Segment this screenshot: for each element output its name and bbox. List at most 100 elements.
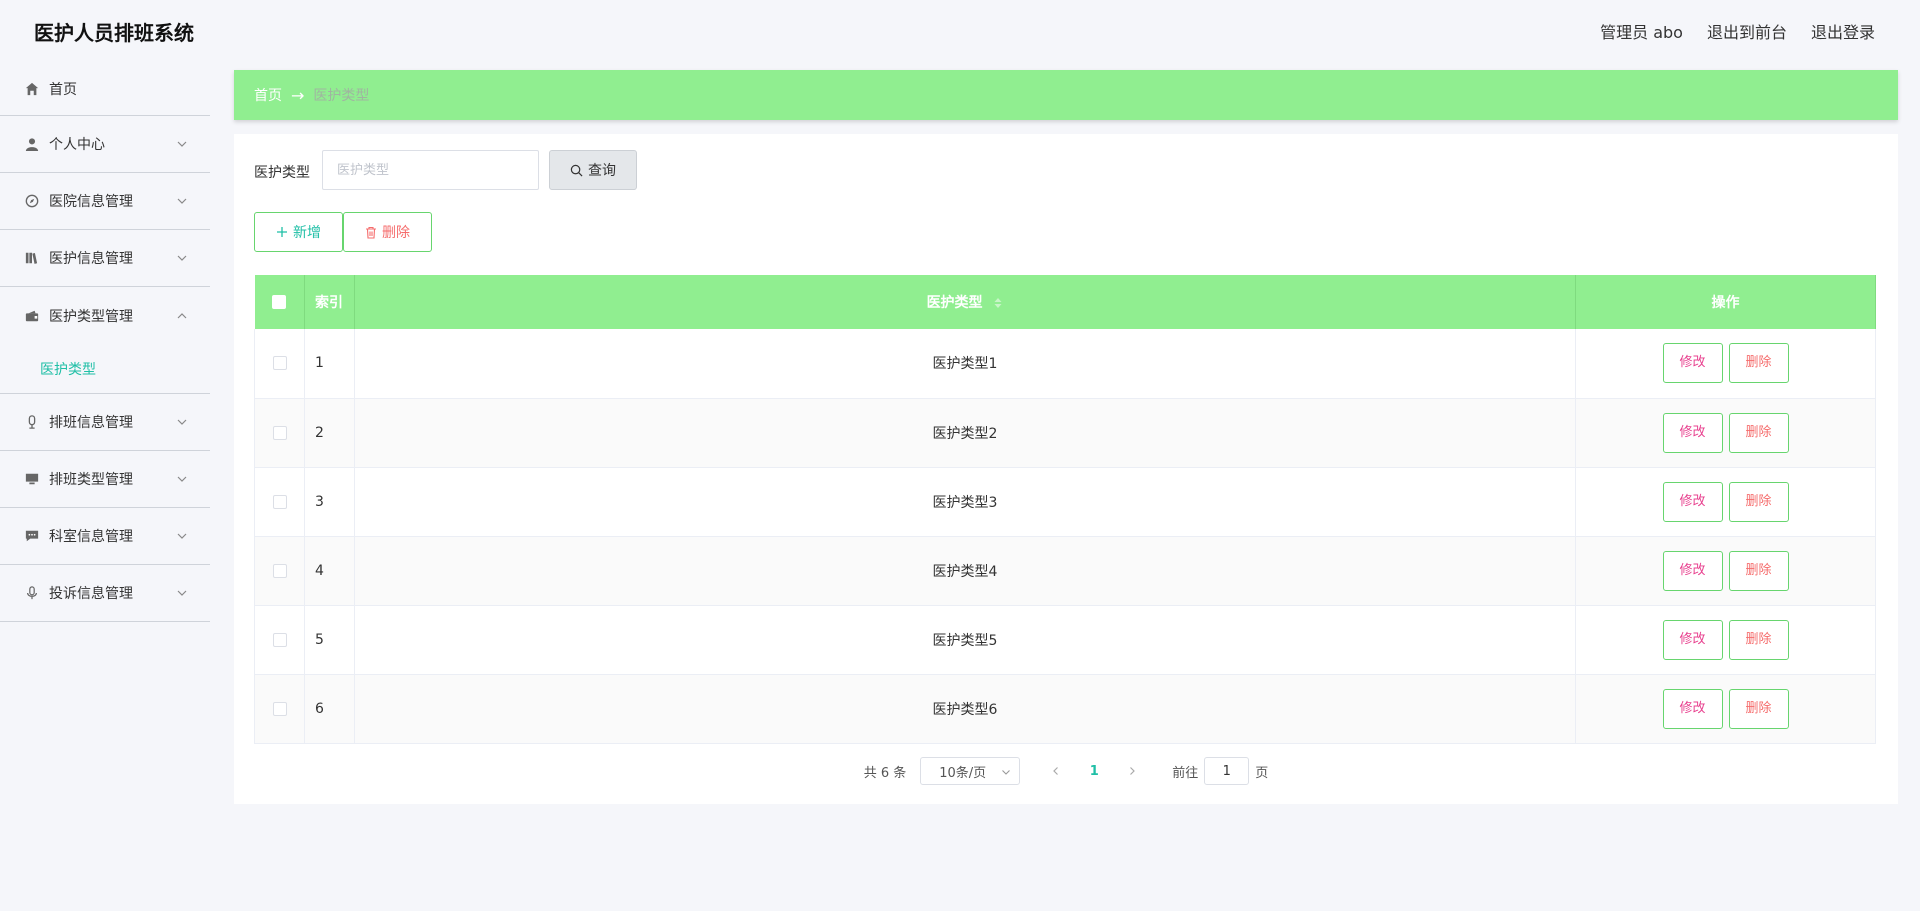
edit-button[interactable]: 修改 (1662, 688, 1723, 729)
main-panel: 医护类型 查询 新增 删除 索引 医护类型 操作 1医护类型1修改删除2医护类型… (234, 134, 1898, 804)
row-delete-button[interactable]: 删除 (1728, 688, 1789, 729)
edit-button[interactable]: 修改 (1662, 550, 1723, 591)
row-delete-button[interactable]: 删除 (1728, 343, 1789, 384)
chevron-down-icon (177, 590, 187, 596)
row-checkbox[interactable] (272, 494, 287, 509)
sidebar-item-home[interactable]: 首页 (0, 62, 210, 116)
chevron-left-icon (1053, 767, 1059, 775)
header-type[interactable]: 医护类型 (354, 275, 1576, 329)
edit-button[interactable]: 修改 (1662, 343, 1723, 384)
top-bar: 医护人员排班系统 管理员 abo 退出到前台 退出登录 (0, 0, 1920, 62)
sidebar-item-schedule-type[interactable]: 排班类型管理 (0, 451, 210, 508)
chevron-up-icon (177, 312, 187, 318)
app-title: 医护人员排班系统 (34, 21, 194, 45)
sidebar-item-label: 科室信息管理 (49, 529, 133, 545)
goto-suffix: 页 (1255, 765, 1269, 781)
sidebar-item-label: 投诉信息管理 (49, 586, 133, 602)
sidebar-item-label: 排班信息管理 (49, 415, 133, 431)
compass-icon (24, 193, 40, 209)
goto-page-input[interactable] (1204, 757, 1250, 785)
row-checkbox[interactable] (272, 563, 287, 578)
edit-button[interactable]: 修改 (1662, 481, 1723, 522)
header-checkbox-cell (254, 275, 305, 329)
prev-page-button[interactable] (1038, 757, 1074, 785)
row-checkbox-cell (254, 605, 305, 675)
chevron-down-icon (177, 419, 187, 425)
monitor-icon (24, 471, 40, 487)
sidebar-item-label: 医院信息管理 (49, 194, 133, 210)
logout-link[interactable]: 退出登录 (1811, 19, 1875, 43)
home-icon (24, 81, 40, 97)
row-checkbox-cell (254, 329, 305, 399)
sidebar-item-complaint-info[interactable]: 投诉信息管理 (0, 565, 210, 622)
sidebar-item-staff-type-mgmt[interactable]: 医护类型管理 (0, 287, 210, 344)
row-index: 6 (304, 674, 355, 744)
edit-button[interactable]: 修改 (1662, 412, 1723, 453)
sidebar-item-personal-center[interactable]: 个人中心 (0, 116, 210, 173)
row-checkbox[interactable] (272, 356, 287, 371)
header-links: 管理员 abo 退出到前台 退出登录 (1600, 19, 1875, 43)
pagination-total: 共 6 条 (863, 765, 907, 781)
row-index: 4 (304, 536, 355, 606)
page-number-current[interactable]: 1 (1074, 764, 1114, 779)
goto-prefix: 前往 (1172, 765, 1199, 781)
plus-icon (277, 227, 287, 237)
edit-button[interactable]: 修改 (1662, 619, 1723, 660)
row-delete-button[interactable]: 删除 (1728, 481, 1789, 522)
row-index: 3 (304, 467, 355, 537)
chevron-down-icon (177, 198, 187, 204)
search-icon (570, 164, 583, 176)
breadcrumb-home[interactable]: 首页 (254, 85, 282, 105)
row-checkbox[interactable] (272, 701, 287, 716)
search-input[interactable] (322, 150, 539, 190)
table-row: 2 医护类型2 修改 删除 (254, 398, 1876, 468)
chevron-down-icon (1002, 770, 1011, 775)
chevron-down-icon (177, 533, 187, 539)
microphone-icon (24, 414, 40, 430)
row-checkbox-cell (254, 536, 305, 606)
row-index: 5 (304, 605, 355, 675)
select-all-checkbox[interactable] (272, 295, 287, 309)
sidebar-item-label: 排班类型管理 (49, 472, 133, 488)
breadcrumb: 首页 → 医护类型 (234, 70, 1898, 120)
data-table: 索引 医护类型 操作 1 医护类型1 修改 删除 2 医护类型2 修改 删除 3 医护类型3 修改删… (254, 275, 1876, 744)
mic-icon (24, 585, 40, 601)
row-type: 医护类型1 (354, 329, 1576, 399)
row-ops: 修改 删除 (1575, 398, 1876, 468)
row-type: 医护类型4 (354, 536, 1576, 606)
sidebar-item-hospital-info[interactable]: 医院信息管理 (0, 173, 210, 230)
batch-delete-label: 删除 (382, 225, 410, 241)
row-index: 2 (304, 398, 355, 468)
table-row: 3 医护类型3 修改 删除 (254, 467, 1876, 537)
sort-icon[interactable] (993, 297, 1003, 309)
sidebar-item-label: 首页 (49, 81, 77, 98)
sidebar-subitem-staff-type[interactable]: 医护类型 (0, 344, 210, 394)
chevron-down-icon (177, 476, 187, 482)
query-button[interactable]: 查询 (549, 150, 637, 190)
row-checkbox[interactable] (272, 425, 287, 440)
row-ops: 修改 删除 (1575, 674, 1876, 744)
row-ops: 修改 删除 (1575, 329, 1876, 399)
sidebar-item-label: 医护信息管理 (49, 251, 133, 267)
batch-delete-button[interactable]: 删除 (343, 212, 432, 252)
row-type: 医护类型6 (354, 674, 1576, 744)
breadcrumb-separator: → (291, 85, 305, 105)
row-checkbox[interactable] (272, 632, 287, 647)
row-delete-button[interactable]: 删除 (1728, 550, 1789, 591)
row-delete-button[interactable]: 删除 (1728, 619, 1789, 660)
page-size-select[interactable]: 10条/页 (920, 757, 1021, 785)
table-row: 4 医护类型4 修改 删除 (254, 536, 1876, 606)
header-type-label: 医护类型 (926, 295, 983, 311)
row-type: 医护类型2 (354, 398, 1576, 468)
header-index: 索引 (304, 275, 355, 329)
table-row: 1 医护类型1 修改 删除 (254, 329, 1876, 399)
back-to-front-link[interactable]: 退出到前台 (1707, 19, 1787, 43)
chevron-down-icon (177, 255, 187, 261)
row-delete-button[interactable]: 删除 (1728, 412, 1789, 453)
next-page-button[interactable] (1114, 757, 1150, 785)
row-ops: 修改 删除 (1575, 536, 1876, 606)
add-button[interactable]: 新增 (254, 212, 343, 252)
sidebar-item-schedule-info[interactable]: 排班信息管理 (0, 394, 210, 451)
sidebar-item-staff-info[interactable]: 医护信息管理 (0, 230, 210, 287)
sidebar-item-dept-info[interactable]: 科室信息管理 (0, 508, 210, 565)
